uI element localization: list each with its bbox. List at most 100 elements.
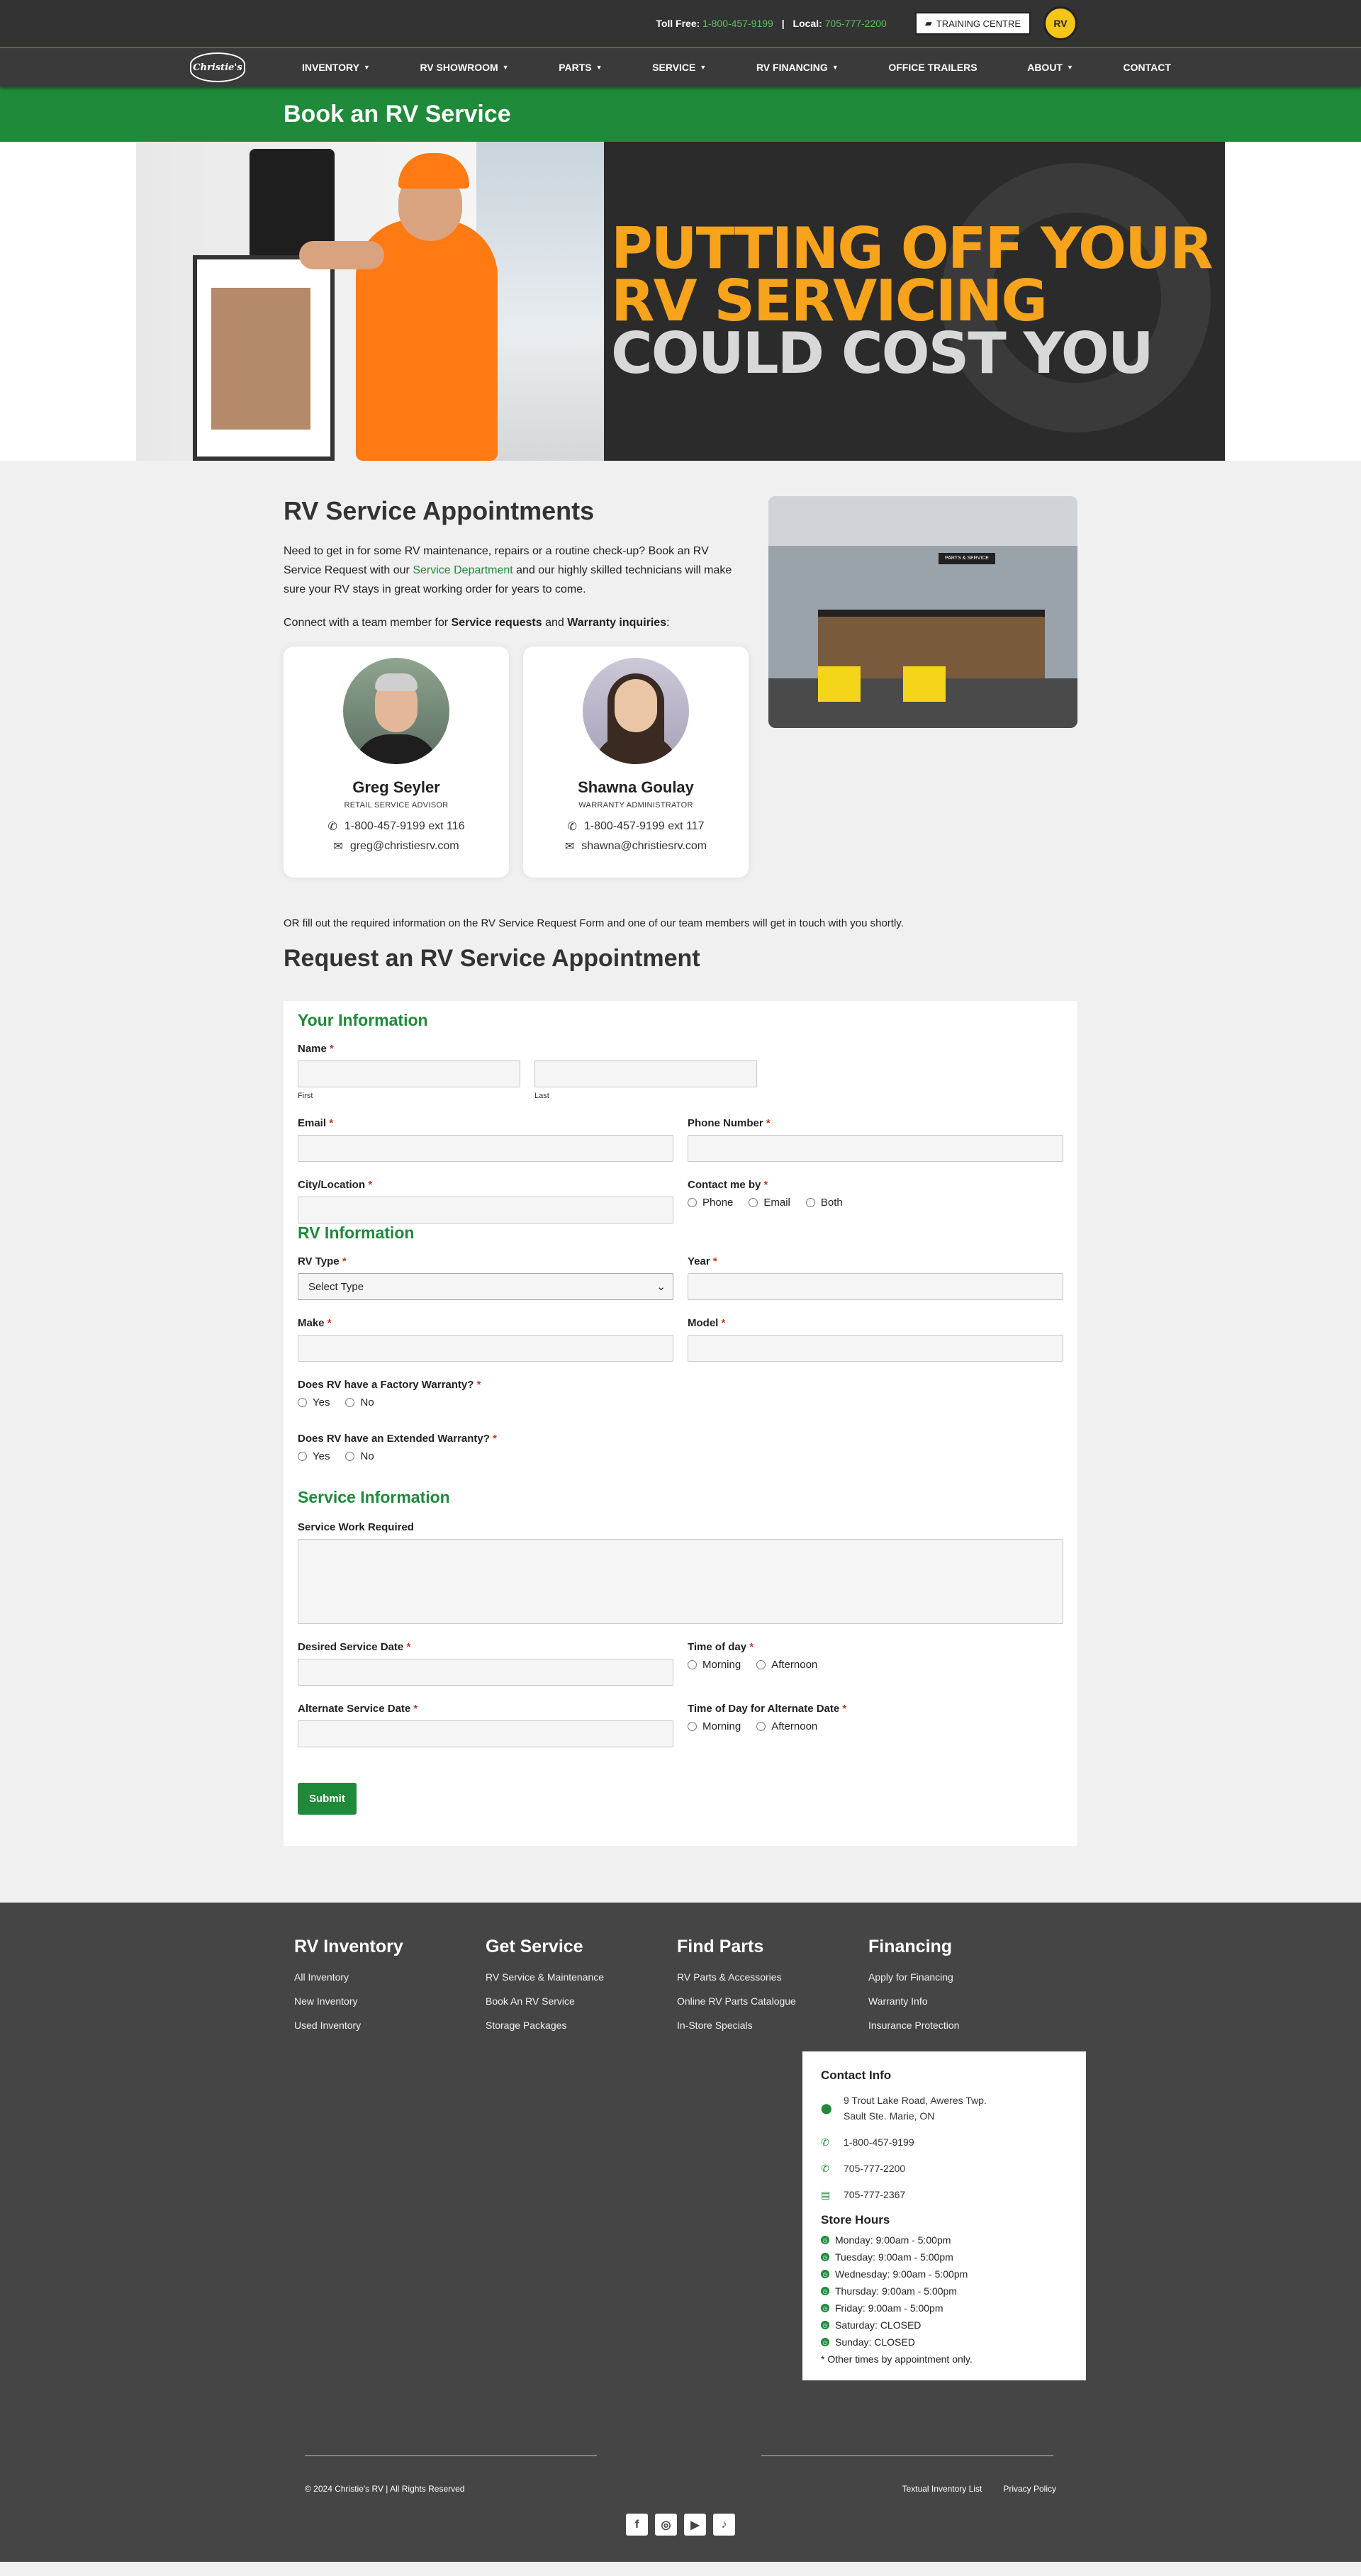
contact-email-radio[interactable]: Email	[749, 1197, 790, 1209]
clock-icon: ◷	[821, 2270, 829, 2278]
footer-link[interactable]: RV Parts & Accessories	[677, 1971, 868, 1983]
footer-link[interactable]: Used Inventory	[294, 2020, 486, 2031]
caret-down-icon: ▼	[595, 64, 603, 71]
award-badge[interactable]: RV	[1043, 6, 1077, 40]
footer-link[interactable]: RV Service & Maintenance	[486, 1971, 677, 1983]
email-input[interactable]	[298, 1135, 673, 1162]
first-name-input[interactable]	[298, 1060, 520, 1087]
nav-item-parts[interactable]: PARTS ▼	[559, 62, 602, 73]
alternate-date-row: Alternate Service Date * Time of Day for…	[298, 1703, 1063, 1747]
instagram-icon[interactable]: ◎	[655, 2514, 677, 2536]
contact-both-radio[interactable]: Both	[805, 1197, 843, 1209]
nav-item-service[interactable]: SERVICE ▼	[652, 62, 706, 73]
footer-fax[interactable]: ▤ 705-777-2367	[821, 2187, 1068, 2202]
phone-input[interactable]	[688, 1135, 1063, 1162]
time-morning-radio[interactable]: Morning	[688, 1659, 741, 1671]
footer-link[interactable]: Online RV Parts Catalogue	[677, 1995, 868, 2007]
privacy-policy-link[interactable]: Privacy Policy	[1003, 2484, 1056, 2494]
hero-headline-2: RV SERVICING	[611, 268, 1048, 334]
nav-item-inventory[interactable]: INVENTORY ▼	[302, 62, 370, 73]
contact-email[interactable]: ✉ greg@christiesrv.com	[333, 839, 459, 853]
textual-inventory-link[interactable]: Textual Inventory List	[902, 2484, 982, 2494]
hours-item: ◷ Sunday: CLOSED	[821, 2336, 1068, 2348]
footer-phone-2[interactable]: ✆ 705-777-2200	[821, 2161, 1068, 2176]
factory-warranty-no[interactable]: No	[345, 1396, 374, 1409]
local-number[interactable]: 705-777-2200	[825, 18, 887, 29]
contact-by-label-text: Contact me by	[688, 1179, 761, 1191]
contact-phone[interactable]: ✆ 1-800-457-9199 ext 117	[567, 819, 704, 834]
last-name-input[interactable]	[534, 1060, 757, 1087]
required-mark: *	[712, 1255, 717, 1267]
copyright: © 2024 Christie's RV | All Rights Reserv…	[305, 2484, 465, 2494]
alt-time-group: Time of Day for Alternate Date * Morning…	[688, 1703, 1063, 1747]
contact-phone-radio[interactable]: Phone	[688, 1197, 733, 1209]
youtube-icon[interactable]: ▶	[684, 2514, 706, 2536]
service-work-textarea[interactable]	[298, 1539, 1063, 1624]
footer-link[interactable]: All Inventory	[294, 1971, 486, 1983]
alt-time-radios: Morning Afternoon	[688, 1720, 1063, 1732]
footer-link[interactable]: Apply for Financing	[868, 1971, 1060, 1983]
time-of-day-label: Time of day *	[688, 1641, 1063, 1653]
connect-paragraph: Connect with a team member for Service r…	[284, 613, 749, 632]
warranty-inquiries-text: Warranty inquiries	[567, 617, 667, 629]
hours-text: Friday: 9:00am - 5:00pm	[835, 2302, 943, 2314]
connect-and: and	[542, 617, 568, 629]
contact-email[interactable]: ✉ shawna@christiesrv.com	[565, 839, 707, 853]
extended-warranty-radios: Yes No	[298, 1450, 1063, 1462]
toll-free-label: Toll Free:	[656, 18, 700, 29]
training-centre-button[interactable]: ▰ TRAINING CENTRE	[914, 12, 1031, 35]
tiktok-icon[interactable]: ♪	[713, 2514, 735, 2536]
time-afternoon-radio[interactable]: Afternoon	[756, 1659, 817, 1671]
top-contact: Toll Free: 1-800-457-9199 | Local: 705-7…	[656, 18, 887, 29]
model-input[interactable]	[688, 1335, 1063, 1362]
email-phone-row: Email * Phone Number *	[298, 1117, 1063, 1162]
year-input[interactable]	[688, 1273, 1063, 1300]
nav-item-rv-showroom[interactable]: RV SHOWROOM ▼	[420, 62, 508, 73]
factory-warranty-yes[interactable]: Yes	[298, 1396, 330, 1409]
required-mark: *	[413, 1703, 418, 1715]
nav-item-label: SERVICE	[652, 62, 696, 73]
alternate-date-input[interactable]	[298, 1720, 673, 1747]
contact-phone-text: 1-800-457-9199 ext 116	[344, 820, 465, 832]
intro-text: RV Service Appointments Need to get in f…	[284, 496, 749, 878]
section-rv-information: RV Information	[298, 1223, 415, 1242]
footer-link[interactable]: Book An RV Service	[486, 1995, 677, 2007]
alt-time-morning-radio[interactable]: Morning	[688, 1720, 741, 1732]
address-line-2: Sault Ste. Marie, ON	[844, 2110, 935, 2122]
service-work-label: Service Work Required	[298, 1521, 414, 1533]
rv-type-select[interactable]: Select Type ⌄	[298, 1273, 673, 1300]
footer-phone-1-text: 1-800-457-9199	[844, 2137, 914, 2148]
footer-address[interactable]: ⬤ 9 Trout Lake Road, Aweres Twp. Sault St…	[821, 2093, 1068, 2124]
year-label-text: Year	[688, 1255, 710, 1267]
phone-label: Phone Number *	[688, 1117, 1063, 1129]
footer-link[interactable]: Storage Packages	[486, 2020, 677, 2031]
facebook-icon[interactable]: f	[626, 2514, 648, 2536]
footer-address-text: 9 Trout Lake Road, Aweres Twp. Sault Ste.…	[844, 2093, 987, 2124]
extended-warranty-yes[interactable]: Yes	[298, 1450, 330, 1462]
radio-dot	[688, 1722, 697, 1731]
model-group: Model *	[688, 1317, 1063, 1362]
toll-free-number[interactable]: 1-800-457-9199	[702, 18, 773, 29]
footer-link[interactable]: In-Store Specials	[677, 2020, 868, 2031]
city-input[interactable]	[298, 1197, 673, 1223]
footer-link[interactable]: Warranty Info	[868, 1995, 1060, 2007]
nav-item-about[interactable]: ABOUT ▼	[1027, 62, 1073, 73]
make-input[interactable]	[298, 1335, 673, 1362]
site-logo[interactable]: Christie's	[190, 52, 245, 82]
avatar-hair	[375, 673, 418, 691]
desired-date-input[interactable]	[298, 1659, 673, 1686]
footer-phone-1[interactable]: ✆ 1-800-457-9199	[821, 2134, 1068, 2150]
extended-warranty-no[interactable]: No	[345, 1450, 374, 1462]
footer-link[interactable]: Insurance Protection	[868, 2020, 1060, 2031]
email-label-text: Email	[298, 1117, 327, 1129]
submit-button[interactable]: Submit	[298, 1783, 357, 1815]
service-department-link[interactable]: Service Department	[413, 564, 513, 576]
contact-phone[interactable]: ✆ 1-800-457-9199 ext 116	[327, 819, 464, 834]
footer-link[interactable]: New Inventory	[294, 1995, 486, 2007]
phone-field-group: Phone Number *	[688, 1117, 1063, 1162]
nav-item-contact[interactable]: CONTACT	[1124, 62, 1171, 73]
alt-time-afternoon-radio[interactable]: Afternoon	[756, 1720, 817, 1732]
nav-item-rv-financing[interactable]: RV FINANCING ▼	[756, 62, 839, 73]
nav-item-office-trailers[interactable]: OFFICE TRAILERS	[888, 62, 977, 73]
service-request-form: Your Information Name * First Last Email…	[284, 1001, 1077, 1846]
